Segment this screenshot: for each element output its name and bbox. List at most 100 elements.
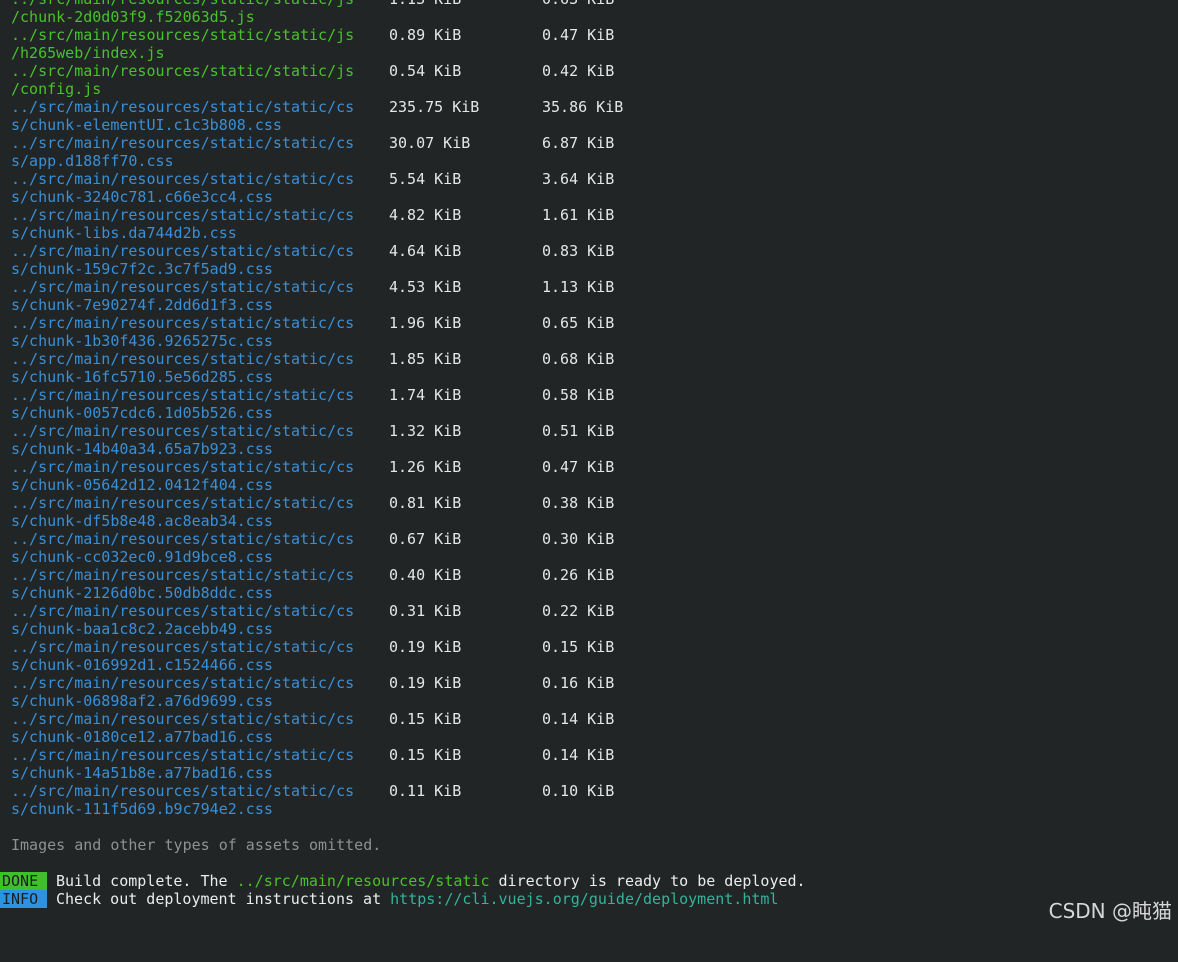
watermark: CSDN @盹猫	[1048, 899, 1172, 923]
omitted-note-line: Images and other types of assets omitted…	[0, 836, 1178, 854]
asset-row-continued: s/chunk-14a51b8e.a77bad16.css	[0, 764, 1178, 782]
asset-size: 0.89 KiB	[389, 26, 462, 44]
asset-path-line2: s/chunk-05642d12.0412f404.css	[11, 476, 273, 494]
asset-row-continued: s/chunk-libs.da744d2b.css	[0, 224, 1178, 242]
asset-size: 0.19 KiB	[389, 638, 462, 656]
asset-row: ../src/main/resources/static/static/cs 30…	[0, 134, 1178, 152]
asset-list: ../src/main/resources/static/static/js 1.…	[0, 0, 1178, 818]
asset-row: ../src/main/resources/static/static/cs 0.…	[0, 566, 1178, 584]
asset-path-line2: s/chunk-14b40a34.65a7b923.css	[11, 440, 273, 458]
asset-row-continued: s/chunk-baa1c8c2.2acebb49.css	[0, 620, 1178, 638]
asset-size: 1.96 KiB	[389, 314, 462, 332]
deployment-url-link[interactable]: https://cli.vuejs.org/guide/deployment.h…	[390, 890, 778, 908]
asset-gzip-size: 0.16 KiB	[542, 674, 615, 692]
asset-row-continued: s/chunk-cc032ec0.91d9bce8.css	[0, 548, 1178, 566]
info-line: INFO Check out deployment instructions a…	[0, 890, 1178, 908]
asset-path-line2: /chunk-2d0d03f9.f52063d5.js	[11, 8, 255, 26]
asset-row: ../src/main/resources/static/static/cs 4.…	[0, 278, 1178, 296]
asset-row: ../src/main/resources/static/static/cs 0.…	[0, 638, 1178, 656]
asset-size: 235.75 KiB	[389, 98, 480, 116]
asset-path-line2: s/chunk-3240c781.c66e3cc4.css	[11, 188, 273, 206]
asset-row-continued: /h265web/index.js	[0, 44, 1178, 62]
asset-gzip-size: 0.14 KiB	[542, 746, 615, 764]
asset-size: 0.15 KiB	[389, 710, 462, 728]
asset-row: ../src/main/resources/static/static/cs 1.…	[0, 422, 1178, 440]
asset-gzip-size: 6.87 KiB	[542, 134, 615, 152]
asset-gzip-size: 0.83 KiB	[542, 242, 615, 260]
asset-size: 4.82 KiB	[389, 206, 462, 224]
asset-path-line1: ../src/main/resources/static/static/cs	[11, 494, 355, 512]
asset-row: ../src/main/resources/static/static/js 1.…	[0, 0, 1178, 8]
asset-gzip-size: 0.26 KiB	[542, 566, 615, 584]
asset-path-line2: s/app.d188ff70.css	[11, 152, 174, 170]
asset-gzip-size: 0.63 KiB	[542, 0, 614, 8]
asset-row-continued: s/chunk-159c7f2c.3c7f5ad9.css	[0, 260, 1178, 278]
done-badge: DONE	[0, 872, 47, 890]
asset-row-continued: /chunk-2d0d03f9.f52063d5.js	[0, 8, 1178, 26]
asset-size: 1.74 KiB	[389, 386, 462, 404]
asset-path-line2: /config.js	[11, 80, 102, 98]
asset-path-line1: ../src/main/resources/static/static/js	[11, 0, 354, 8]
asset-gzip-size: 35.86 KiB	[542, 98, 624, 116]
asset-size: 30.07 KiB	[389, 134, 471, 152]
asset-size: 0.19 KiB	[389, 674, 462, 692]
asset-gzip-size: 1.61 KiB	[542, 206, 615, 224]
asset-path-line1: ../src/main/resources/static/static/cs	[11, 206, 355, 224]
asset-gzip-size: 0.14 KiB	[542, 710, 615, 728]
asset-size: 0.15 KiB	[389, 746, 462, 764]
asset-row: ../src/main/resources/static/static/cs 4.…	[0, 206, 1178, 224]
done-path: ../src/main/resources/static	[236, 872, 490, 890]
asset-row: ../src/main/resources/static/static/cs 5.…	[0, 170, 1178, 188]
asset-path-line2: s/chunk-baa1c8c2.2acebb49.css	[11, 620, 273, 638]
asset-size: 0.31 KiB	[389, 602, 462, 620]
asset-path-line1: ../src/main/resources/static/static/cs	[11, 602, 355, 620]
done-message: Build complete. The ../src/main/resource…	[56, 872, 806, 890]
asset-path-line2: s/chunk-14a51b8e.a77bad16.css	[11, 764, 273, 782]
asset-row-continued: s/chunk-df5b8e48.ac8eab34.css	[0, 512, 1178, 530]
asset-path-line1: ../src/main/resources/static/static/cs	[11, 350, 355, 368]
info-badge: INFO	[0, 890, 47, 908]
asset-row: ../src/main/resources/static/static/cs 0.…	[0, 782, 1178, 800]
asset-gzip-size: 0.51 KiB	[542, 422, 615, 440]
info-message: Check out deployment instructions at htt…	[56, 890, 778, 908]
done-suffix: directory is ready to be deployed.	[489, 872, 806, 890]
asset-gzip-size: 3.64 KiB	[542, 170, 615, 188]
asset-path-line1: ../src/main/resources/static/static/cs	[11, 134, 355, 152]
asset-path-line2: /h265web/index.js	[11, 44, 165, 62]
asset-gzip-size: 0.47 KiB	[542, 26, 615, 44]
asset-path-line2: s/chunk-16fc5710.5e56d285.css	[11, 368, 273, 386]
asset-row-continued: s/chunk-elementUI.c1c3b808.css	[0, 116, 1178, 134]
asset-row-continued: s/chunk-16fc5710.5e56d285.css	[0, 368, 1178, 386]
asset-path-line2: s/chunk-df5b8e48.ac8eab34.css	[11, 512, 273, 530]
asset-row-continued: s/chunk-016992d1.c1524466.css	[0, 656, 1178, 674]
asset-path-line2: s/chunk-cc032ec0.91d9bce8.css	[11, 548, 273, 566]
asset-row-continued: s/chunk-0180ce12.a77bad16.css	[0, 728, 1178, 746]
done-prefix: Build complete. The	[56, 872, 237, 890]
asset-size: 1.13 KiB	[389, 0, 461, 8]
asset-row-continued: s/chunk-3240c781.c66e3cc4.css	[0, 188, 1178, 206]
asset-path-line2: s/chunk-0180ce12.a77bad16.css	[11, 728, 273, 746]
asset-size: 4.64 KiB	[389, 242, 462, 260]
asset-row: ../src/main/resources/static/static/cs 0.…	[0, 710, 1178, 728]
asset-row: ../src/main/resources/static/static/cs 0.…	[0, 530, 1178, 548]
asset-path-line1: ../src/main/resources/static/static/cs	[11, 170, 355, 188]
asset-path-line1: ../src/main/resources/static/static/cs	[11, 242, 355, 260]
asset-gzip-size: 0.47 KiB	[542, 458, 615, 476]
asset-path-line2: s/chunk-016992d1.c1524466.css	[11, 656, 273, 674]
asset-row-continued: /config.js	[0, 80, 1178, 98]
asset-path-line1: ../src/main/resources/static/static/cs	[11, 746, 355, 764]
asset-path-line1: ../src/main/resources/static/static/cs	[11, 422, 355, 440]
asset-row: ../src/main/resources/static/static/cs 0.…	[0, 602, 1178, 620]
asset-path-line1: ../src/main/resources/static/static/cs	[11, 278, 355, 296]
asset-row: ../src/main/resources/static/static/js 0.…	[0, 62, 1178, 80]
asset-row: ../src/main/resources/static/static/cs 23…	[0, 98, 1178, 116]
asset-gzip-size: 0.42 KiB	[542, 62, 615, 80]
asset-size: 1.85 KiB	[389, 350, 462, 368]
asset-row: ../src/main/resources/static/static/cs 1.…	[0, 350, 1178, 368]
asset-size: 0.67 KiB	[389, 530, 462, 548]
asset-size: 1.32 KiB	[389, 422, 462, 440]
asset-row: ../src/main/resources/static/static/cs 1.…	[0, 386, 1178, 404]
asset-path-line1: ../src/main/resources/static/static/cs	[11, 458, 355, 476]
asset-gzip-size: 0.68 KiB	[542, 350, 615, 368]
